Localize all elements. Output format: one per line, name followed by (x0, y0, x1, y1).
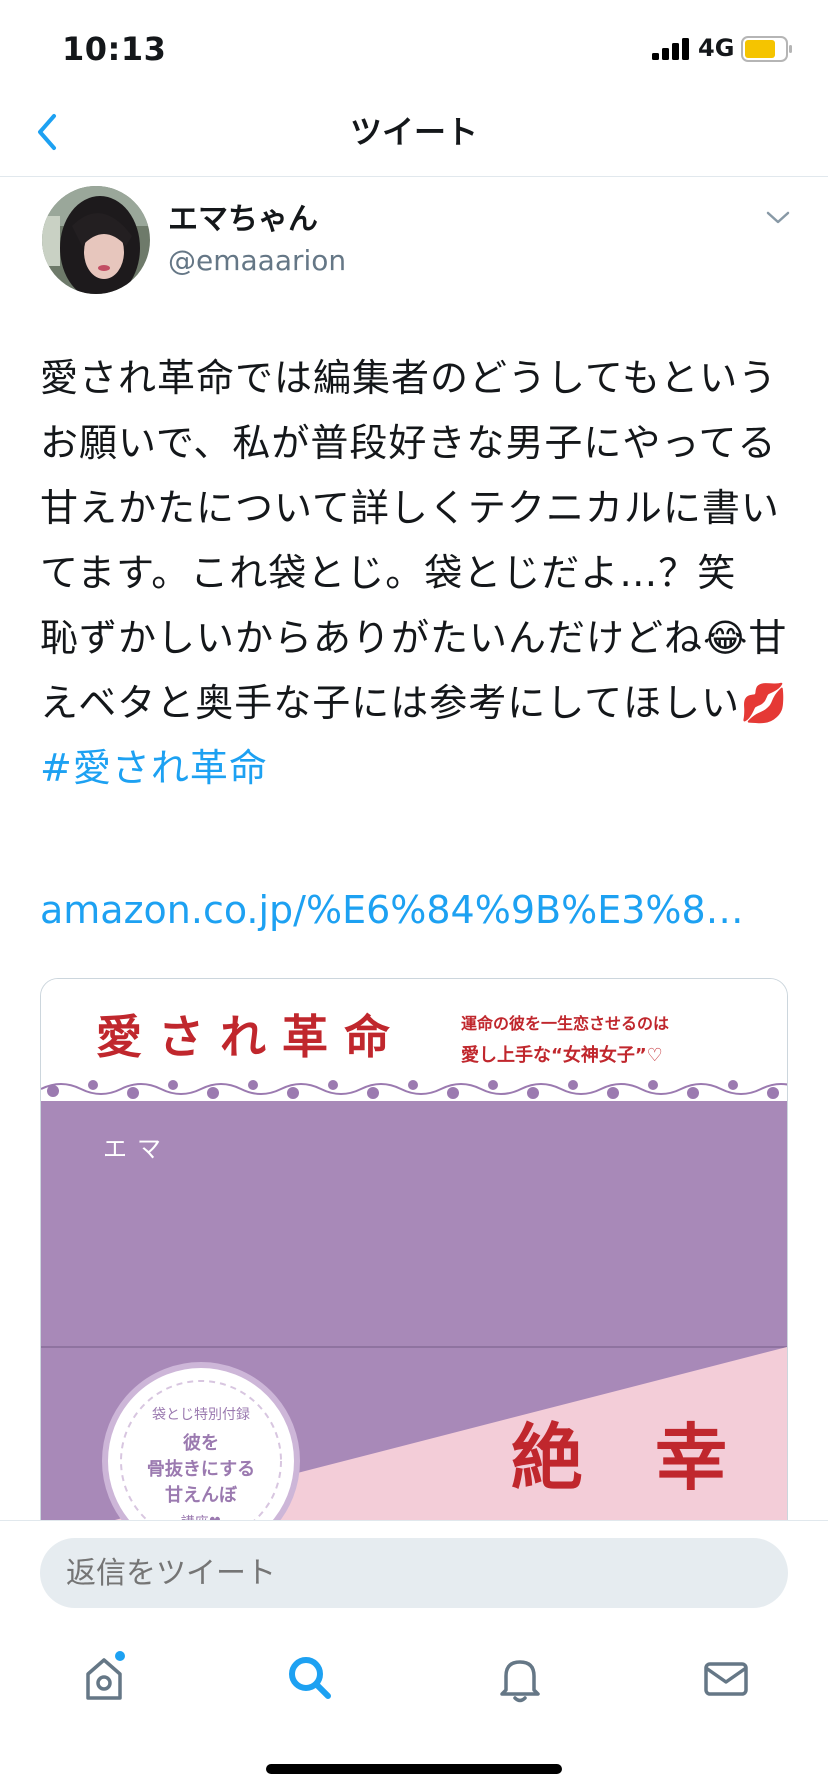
search-icon[interactable] (280, 1648, 340, 1708)
book-cover-image: 愛 さ れ 革 命 運命の彼を一生恋させるのは 愛し上手な“女神女子”♡ エマ … (41, 979, 787, 1539)
book-tagline-2: 愛し上手な“女神女子”♡ (461, 1044, 663, 1066)
network-label: 4G (698, 34, 735, 62)
hashtag-link[interactable]: #愛され革命 (40, 746, 268, 790)
chevron-down-icon[interactable] (764, 208, 792, 228)
book-title: 愛 さ れ 革 命 (96, 1010, 390, 1064)
reply-input[interactable] (40, 1538, 788, 1608)
bell-icon[interactable] (490, 1648, 550, 1708)
tweet-text: 愛され革命では編集者のどうしてもというお願いで、私が普段好きな男子にやってる甘え… (40, 346, 790, 801)
signal-icon (652, 38, 689, 60)
badge-line-4: 甘えんぼ (165, 1485, 238, 1506)
page-title: ツイート (349, 113, 478, 151)
home-indicator (266, 1764, 562, 1774)
badge-line-2: 彼を (183, 1432, 219, 1454)
tweet-url-link[interactable]: amazon.co.jp/%E6%84%9B%E3%8… (40, 880, 744, 940)
tweet-text-main: 愛され革命では編集者のどうしてもというお願いで、私が普段好きな男子にやってる甘え… (40, 356, 789, 725)
status-time: 10:13 (62, 30, 167, 68)
book-tagline-1: 運命の彼を一生恋させるのは (461, 1014, 669, 1033)
badge-line-3: 骨抜きにする (147, 1458, 255, 1480)
badge-line-1: 袋とじ特別付録 (152, 1407, 250, 1423)
home-icon[interactable] (74, 1648, 134, 1708)
avatar[interactable] (42, 186, 150, 294)
author-handle[interactable]: @emaaarion (168, 242, 346, 280)
author-name[interactable]: エマちゃん (168, 200, 318, 240)
book-red-text: 絶 幸 (511, 1415, 727, 1500)
book-author: エマ (103, 1135, 171, 1163)
link-card[interactable]: 愛 さ れ 革 命 運命の彼を一生恋させるのは 愛し上手な“女神女子”♡ エマ … (40, 978, 788, 1540)
mail-icon[interactable] (696, 1648, 756, 1708)
battery-icon (741, 36, 792, 62)
